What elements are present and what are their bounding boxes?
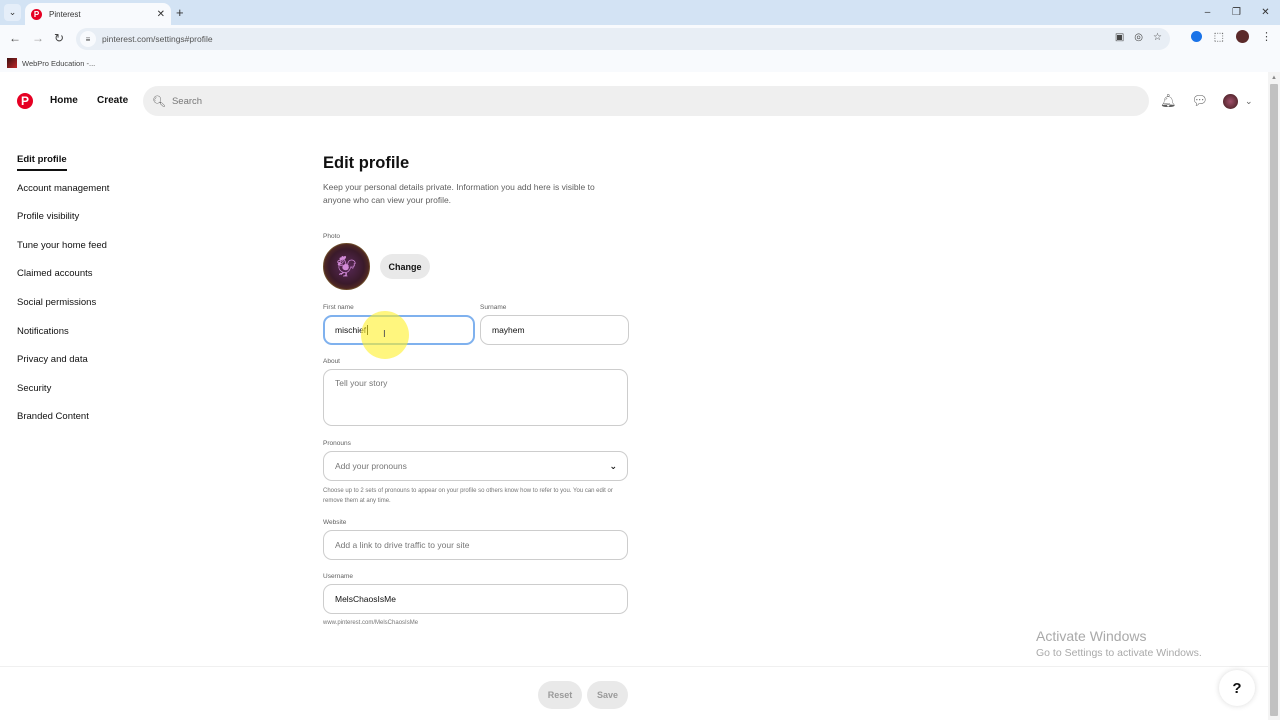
scrollbar-thumb[interactable] [1270, 84, 1278, 716]
page: P Home Create 🔍︎ Search 🔔︎ 💬︎ ⌄ Edit pro… [0, 72, 1268, 720]
sidebar-item-social-permissions[interactable]: Social permissions [17, 297, 109, 326]
sidebar-item-edit-profile[interactable]: Edit profile [17, 154, 109, 183]
sidebar-item-account-management[interactable]: Account management [17, 183, 109, 212]
photo-label: Photo [323, 233, 340, 240]
sidebar-item-branded-content[interactable]: Branded Content [17, 411, 109, 440]
account-chevron-down-icon[interactable]: ⌄ [1245, 96, 1253, 107]
username-label: Username [323, 573, 353, 580]
reload-icon[interactable]: ↻ [54, 31, 64, 45]
sidebar-item-label: Edit profile [17, 154, 67, 165]
window-controls: – ❐ ✕ [1193, 0, 1280, 25]
kebab-menu-icon[interactable]: ⋮ [1261, 30, 1272, 43]
install-app-icon[interactable]: ▣ [1115, 32, 1124, 43]
about-textarea[interactable]: Tell your story [323, 369, 628, 426]
form-footer: Reset Save [0, 666, 1268, 720]
pinterest-header: P Home Create 🔍︎ Search 🔔︎ 💬︎ ⌄ [0, 86, 1268, 116]
rooster-icon: 🐓︎ [333, 256, 360, 278]
forward-icon[interactable]: → [32, 31, 44, 45]
sidebar-item-claimed-accounts[interactable]: Claimed accounts [17, 268, 109, 297]
browser-tabstrip: ⌄ P Pinterest ✕ + – ❐ ✕ [0, 0, 1280, 25]
search-input[interactable]: 🔍︎ Search [143, 86, 1149, 116]
extension-icon[interactable] [1190, 31, 1202, 42]
sidebar-item-security[interactable]: Security [17, 383, 109, 412]
profile-photo: 🐓︎ [323, 243, 370, 290]
pronouns-label: Pronouns [323, 440, 351, 447]
settings-sidebar: Edit profile Account management Profile … [17, 154, 109, 440]
chevron-down-icon: ⌄ [609, 460, 617, 471]
ibeam-cursor-icon: I [383, 329, 386, 340]
site-settings-icon[interactable]: ≡ [80, 31, 96, 47]
minimize-icon[interactable]: – [1193, 0, 1222, 25]
chevron-down-icon: ⌄ [8, 7, 17, 17]
bookmark-favicon-icon [7, 58, 17, 68]
tab-search-button[interactable]: ⌄ [4, 4, 21, 21]
user-avatar[interactable] [1223, 93, 1239, 109]
window-close-icon[interactable]: ✕ [1251, 0, 1280, 25]
activate-windows-watermark: Activate Windows Go to Settings to activ… [1036, 628, 1202, 659]
page-title: Edit profile [323, 154, 410, 172]
star-icon[interactable]: ☆ [1153, 32, 1162, 43]
pronouns-help-text: Choose up to 2 sets of pronouns to appea… [323, 488, 613, 504]
messages-icon[interactable]: 💬︎ [1192, 93, 1209, 109]
pinterest-logo-icon[interactable]: P [17, 93, 33, 109]
scroll-up-icon[interactable]: ▲ [1271, 75, 1277, 81]
active-underline [17, 169, 67, 171]
page-description: Keep your personal details private. Info… [323, 182, 595, 205]
reset-button[interactable]: Reset [538, 681, 582, 709]
sidebar-item-tune-home-feed[interactable]: Tune your home feed [17, 240, 109, 269]
bookmark-webpro[interactable]: WebPro Education -... [22, 59, 95, 68]
url-text: pinterest.com/settings#profile [102, 34, 213, 44]
first-name-label: First name [323, 304, 354, 311]
sidebar-item-privacy-data[interactable]: Privacy and data [17, 354, 109, 383]
new-tab-button[interactable]: + [176, 5, 184, 20]
back-icon[interactable]: ← [9, 31, 21, 45]
page-scrollbar[interactable]: ▲ [1268, 72, 1280, 720]
browser-toolbar: ← → ↻ ≡ pinterest.com/settings#profile ▣… [0, 25, 1280, 54]
username-value: MelsChaosIsMe [335, 594, 396, 604]
edit-profile-form: Edit profile Keep your personal details … [323, 154, 629, 626]
username-field[interactable]: MelsChaosIsMe [323, 584, 628, 614]
eye-off-icon[interactable]: ◎ [1134, 32, 1143, 43]
address-bar[interactable]: ≡ pinterest.com/settings#profile ▣ ◎ ☆ [76, 28, 1170, 50]
help-button[interactable]: ? [1219, 670, 1255, 706]
pronouns-select[interactable]: Add your pronouns ⌄ [323, 451, 628, 481]
bell-icon[interactable]: 🔔︎ [1160, 93, 1177, 109]
pinterest-favicon-icon: P [31, 8, 42, 20]
surname-value: mayhem [492, 325, 525, 335]
browser-tab[interactable]: P Pinterest ✕ [25, 3, 171, 25]
close-tab-icon[interactable]: ✕ [157, 9, 165, 20]
sidebar-item-profile-visibility[interactable]: Profile visibility [17, 211, 109, 240]
search-placeholder: Search [171, 95, 203, 107]
browser-profile-avatar[interactable] [1236, 30, 1249, 43]
pronouns-placeholder: Add your pronouns [335, 461, 407, 471]
watermark-line2: Go to Settings to activate Windows. [1036, 647, 1202, 659]
tab-title: Pinterest [49, 9, 81, 19]
restore-icon[interactable]: ❐ [1222, 0, 1251, 25]
sidebar-item-notifications[interactable]: Notifications [17, 326, 109, 355]
save-button[interactable]: Save [587, 681, 628, 709]
surname-label: Surname [480, 304, 507, 311]
watermark-line1: Activate Windows [1036, 628, 1147, 644]
change-photo-button[interactable]: Change [380, 254, 430, 279]
about-label: About [323, 358, 340, 365]
website-label: Website [323, 519, 347, 526]
nav-home[interactable]: Home [50, 95, 78, 106]
website-placeholder: Add a link to drive traffic to your site [335, 540, 470, 550]
surname-field[interactable]: mayhem [480, 315, 629, 345]
bookmarks-bar: WebPro Education -... [0, 54, 1280, 72]
website-field[interactable]: Add a link to drive traffic to your site [323, 530, 628, 560]
search-icon: 🔍︎ [152, 95, 166, 108]
about-placeholder: Tell your story [335, 378, 388, 388]
profile-url-text: www.pinterest.com/MelsChaosIsMe [323, 620, 419, 626]
extensions-puzzle-icon[interactable]: ⬚ [1214, 30, 1224, 43]
nav-create[interactable]: Create [97, 95, 128, 106]
